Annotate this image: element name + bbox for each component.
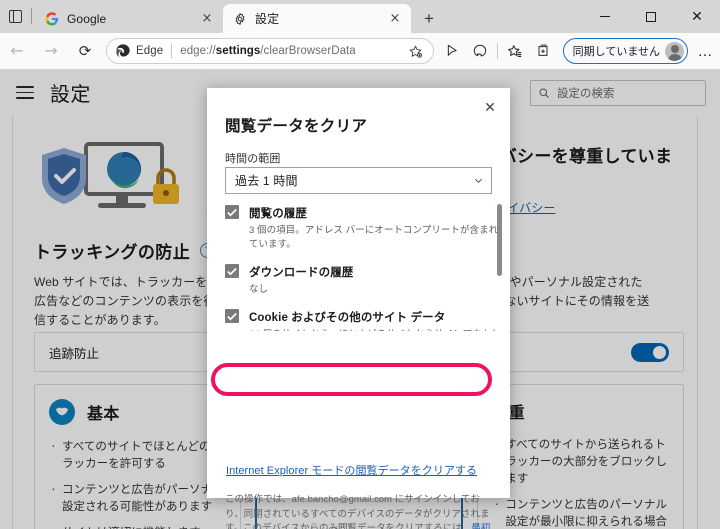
- tab-google[interactable]: Google ×: [35, 4, 223, 33]
- basic-tracking-icon: [49, 399, 75, 425]
- list-item-desc: なし: [249, 284, 269, 295]
- settings-and-more-button[interactable]: …: [690, 37, 720, 65]
- list-item-title: Cookie およびその他のサイト データ: [249, 312, 446, 324]
- tab-actions-button[interactable]: [0, 0, 30, 33]
- edge-logo-icon: [115, 43, 131, 59]
- maximize-button[interactable]: [628, 0, 674, 33]
- browser-essentials-icon[interactable]: [466, 37, 494, 65]
- navigation-bar: ← → ⟳ Edge edge://settings/clearBrowserD…: [0, 33, 720, 69]
- forward-button[interactable]: →: [34, 36, 68, 66]
- data-type-list: 閲覧の履歴 3 個の項目。アドレス バーにオートコンプリートが含まれています。 …: [225, 204, 503, 331]
- collections-icon[interactable]: [529, 37, 557, 65]
- site-identity-chip: Edge: [136, 45, 164, 57]
- address-bar[interactable]: Edge edge://settings/clearBrowserData: [106, 38, 434, 64]
- list-item[interactable]: 閲覧の履歴 3 個の項目。アドレス バーにオートコンプリートが含まれています。: [225, 204, 503, 252]
- dialog-scrollbar[interactable]: [497, 204, 502, 331]
- back-arrow-icon: ←: [10, 41, 24, 60]
- content-divider-right: [697, 116, 698, 529]
- list-item: コンテンツと広告のパーソナル設定が最小限に抑えられる場合があります: [492, 495, 669, 529]
- list-item[interactable]: ダウンロードの履歴 なし: [225, 263, 503, 297]
- list-item: サイトは適切に機能します: [49, 523, 226, 529]
- tab-title: 設定: [255, 12, 280, 26]
- clear-browsing-data-dialog: ✕ 閲覧データをクリア 時間の範囲 過去 1 時間 閲覧の履歴 3 個の項目。ア…: [207, 88, 510, 529]
- tab-separator: [31, 8, 32, 24]
- content-divider-left: [12, 116, 13, 529]
- list-item-title: ダウンロードの履歴: [249, 267, 354, 279]
- add-favorite-star-icon[interactable]: [405, 40, 427, 62]
- tab-close-icon[interactable]: ×: [385, 9, 405, 29]
- search-placeholder: 設定の検索: [557, 88, 615, 100]
- gear-icon: [232, 11, 248, 27]
- checkbox-browsing-history[interactable]: [225, 205, 239, 219]
- list-item: すべてのサイトでほとんどのトラッカーを許可する: [49, 437, 226, 473]
- search-input[interactable]: 設定の検索: [530, 80, 706, 106]
- google-icon: [44, 11, 60, 27]
- checkbox-cookies[interactable]: [225, 309, 239, 323]
- tracking-heading: トラッキングの防止: [34, 243, 191, 262]
- list-item-desc: 3 個の項目。アドレス バーにオートコンプリートが含まれています。: [249, 225, 499, 250]
- tracking-toggle[interactable]: [631, 342, 669, 362]
- search-icon: [531, 87, 557, 99]
- split-screen-icon[interactable]: [438, 37, 466, 65]
- url-host: settings: [215, 45, 261, 57]
- dialog-title: 閲覧データをクリア: [225, 118, 368, 135]
- page-title: 設定: [50, 84, 91, 106]
- time-range-label: 時間の範囲: [225, 153, 281, 165]
- close-icon[interactable]: ✕: [476, 94, 504, 122]
- url-path: /clearBrowserData: [260, 45, 356, 57]
- tab-close-icon[interactable]: ×: [197, 9, 217, 29]
- chevron-down-icon: [465, 175, 491, 186]
- favorites-icon[interactable]: [501, 37, 529, 65]
- list-item-title: 閲覧の履歴: [249, 208, 307, 220]
- browser-window: Google × 設定 × + ✕ ← → ⟳ Edge edge://sett…: [0, 0, 720, 529]
- reload-button[interactable]: ⟳: [68, 36, 102, 66]
- list-item-text: 閲覧の履歴 3 個の項目。アドレス バーにオートコンプリートが含まれています。: [249, 204, 503, 252]
- privacy-shield-illustration: [34, 134, 200, 226]
- card-bullets: すべてのサイトでほとんどのトラッカーを許可する コンテンツと広告がパーソナル設定…: [49, 437, 226, 529]
- url-prefix: edge://: [180, 45, 216, 57]
- list-item[interactable]: Cookie およびその他のサイト データ 14 個のサイトから。ほとんどのサイ…: [225, 308, 503, 331]
- back-button[interactable]: ←: [0, 36, 34, 66]
- card-header: 基本: [49, 399, 226, 425]
- tab-list-icon: [8, 10, 22, 23]
- hamburger-menu-icon[interactable]: [16, 86, 34, 99]
- highlight-box: [211, 363, 492, 396]
- checkbox-download-history[interactable]: [225, 264, 239, 278]
- list-item-desc: 14 個のサイトから。ほとんどのサイトからサインアウトします。: [249, 328, 503, 331]
- minimize-button[interactable]: [582, 0, 628, 33]
- scrollbar-thumb[interactable]: [497, 204, 502, 276]
- title-bar: Google × 設定 × + ✕: [0, 0, 720, 33]
- reload-icon: ⟳: [78, 41, 92, 60]
- forward-arrow-icon: →: [44, 41, 58, 60]
- list-item: コンテンツと広告がパーソナル設定される可能性があります: [49, 480, 226, 516]
- toolbar-separator: [496, 43, 498, 59]
- sync-note: この操作では、afe.bancho@gmail.com にサインインしており、同…: [225, 493, 497, 529]
- card-header: 厳重: [492, 399, 669, 423]
- avatar: [665, 41, 684, 61]
- sync-note-part1: この操作では、afe.bancho@gmail.com にサインインしており、同…: [225, 494, 490, 529]
- time-range-select[interactable]: 過去 1 時間: [225, 167, 492, 194]
- time-range-value: 過去 1 時間: [235, 174, 298, 188]
- profile-label: 同期していません: [572, 46, 660, 58]
- list-item-text: ダウンロードの履歴 なし: [249, 263, 353, 297]
- tab-title: Google: [67, 11, 107, 26]
- window-controls: ✕: [582, 0, 720, 33]
- toolbar-icons: 同期していません …: [438, 37, 720, 65]
- card-bullets: すべてのサイトから送られるトラッカーの大部分をブロックします コンテンツと広告の…: [492, 435, 669, 529]
- list-item: すべてのサイトから送られるトラッカーの大部分をブロックします: [492, 435, 669, 488]
- profile-button[interactable]: 同期していません: [562, 38, 688, 64]
- url-text: edge://settings/clearBrowserData: [180, 45, 404, 57]
- ie-mode-clear-link[interactable]: Internet Explorer モードの閲覧データをクリアする: [226, 462, 477, 478]
- tab-settings[interactable]: 設定 ×: [223, 4, 411, 33]
- new-tab-button[interactable]: +: [414, 4, 444, 33]
- close-window-button[interactable]: ✕: [674, 0, 720, 33]
- card-title: 基本: [87, 406, 120, 423]
- address-separator: [171, 43, 173, 59]
- tab-strip: Google × 設定 × +: [0, 0, 444, 33]
- list-item-text: Cookie およびその他のサイト データ 14 個のサイトから。ほとんどのサイ…: [249, 308, 503, 331]
